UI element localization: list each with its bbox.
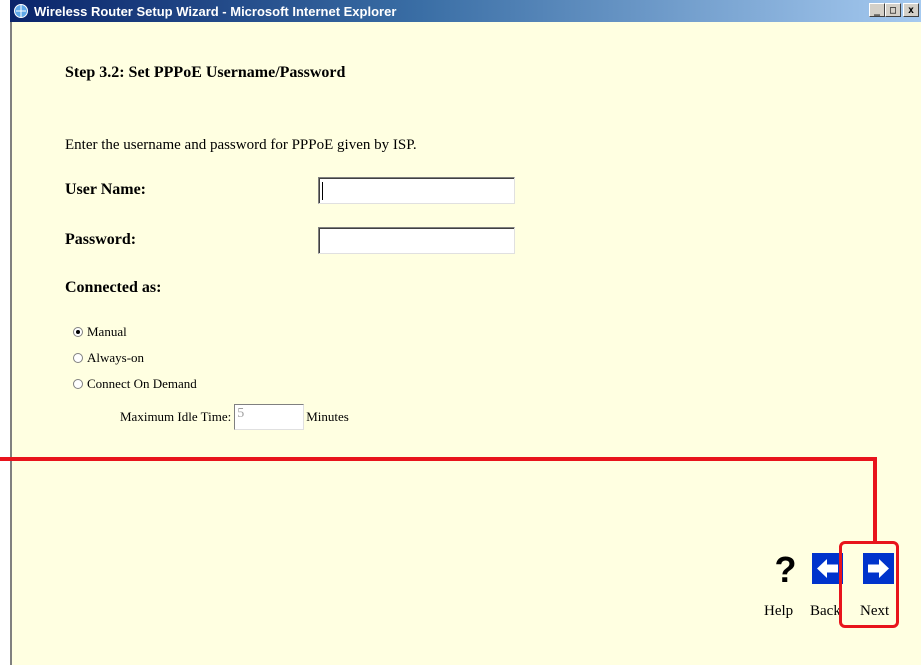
help-button[interactable]: Help [764, 603, 793, 620]
idle-time-input[interactable]: 5 [234, 404, 305, 430]
window-left-border [10, 22, 12, 665]
password-label: Password: [65, 231, 137, 248]
idle-time-row: Maximum Idle Time: 5 Minutes [120, 404, 349, 430]
window-title: Wireless Router Setup Wizard - Microsoft… [34, 4, 397, 19]
page-title: Step 3.2: Set PPPoE Username/Password [65, 64, 346, 81]
radio-connect-on-demand[interactable]: Connect On Demand [73, 376, 197, 392]
username-input[interactable] [318, 177, 515, 204]
radio-button-checked[interactable] [73, 327, 83, 337]
svg-text:?: ? [775, 553, 797, 584]
browser-window: Wireless Router Setup Wizard - Microsoft… [10, 0, 921, 665]
annotation-line-horizontal [0, 457, 877, 461]
radio-button[interactable] [73, 379, 83, 389]
radio-label-always-on: Always-on [87, 350, 145, 365]
username-label: User Name: [65, 181, 147, 198]
radio-label-connect-on-demand: Connect On Demand [87, 376, 197, 391]
connected-as-label: Connected as: [65, 279, 162, 296]
password-input[interactable] [318, 227, 515, 254]
annotation-line-vertical [873, 457, 877, 543]
idle-time-label: Maximum Idle Time: [120, 409, 232, 424]
radio-label-manual: Manual [87, 324, 127, 339]
maximize-button[interactable]: □ [885, 3, 901, 17]
close-button[interactable]: x [903, 3, 919, 17]
help-icon[interactable]: ? [770, 553, 801, 584]
title-bar: Wireless Router Setup Wizard - Microsoft… [10, 0, 921, 22]
internet-explorer-icon [14, 4, 28, 18]
window-controls: _ □ x [869, 3, 919, 17]
idle-time-unit: Minutes [306, 409, 349, 424]
back-button[interactable]: Back [810, 603, 841, 620]
window-left-margin [0, 0, 10, 665]
radio-manual[interactable]: Manual [73, 324, 127, 340]
instruction-text: Enter the username and password for PPPo… [65, 137, 417, 153]
minimize-button[interactable]: _ [869, 3, 885, 17]
annotation-highlight-box [839, 541, 899, 628]
radio-button[interactable] [73, 353, 83, 363]
text-caret [322, 182, 323, 200]
radio-always-on[interactable]: Always-on [73, 350, 144, 366]
